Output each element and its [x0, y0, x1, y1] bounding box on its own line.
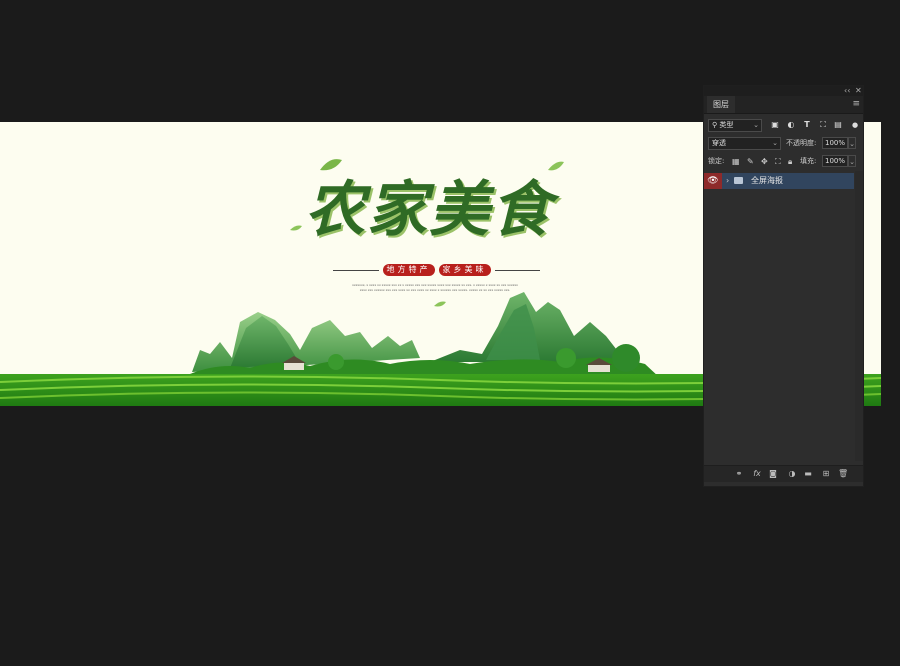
search-icon: ⚲: [712, 121, 718, 129]
layer-row[interactable]: 👁︎ › 全屏海报: [704, 173, 854, 189]
add-mask-icon[interactable]: ◙: [768, 468, 778, 480]
shape-filter-icon[interactable]: ⛶: [818, 120, 828, 130]
fill-input[interactable]: 100%: [822, 155, 848, 167]
poster-tag: 地方特产: [382, 264, 435, 276]
poster-tag-row: 地方特产 家乡美味: [333, 264, 540, 276]
double-chevron-icon[interactable]: ‹‹: [844, 86, 850, 96]
lock-artboard-icon[interactable]: ⛶: [775, 155, 781, 168]
adjustment-layer-icon[interactable]: ◑: [787, 468, 797, 480]
filter-kind-label: 类型: [719, 121, 734, 129]
opacity-label: 不透明度:: [786, 139, 817, 147]
blend-opacity-row: 穿透 ⌄ 不透明度: 100% ⌄: [704, 137, 863, 151]
tab-layers[interactable]: 图层: [707, 96, 735, 113]
chevron-down-icon: ⌄: [753, 121, 759, 129]
layer-filter-row: ⚲ 类型 ⌄ ▣ ◐ T ⛶ ▤ ●: [704, 119, 863, 133]
folder-icon: [734, 177, 743, 184]
lock-all-icon[interactable]: 🔒︎: [788, 155, 792, 168]
leaf-decoration: [290, 225, 302, 231]
lock-label: 锁定:: [708, 157, 725, 165]
opacity-input[interactable]: 100%: [822, 137, 848, 149]
layer-kind-filter[interactable]: ⚲ 类型 ⌄: [708, 119, 762, 132]
lock-position-icon[interactable]: ✥: [761, 155, 768, 168]
adjustment-filter-icon[interactable]: ◐: [786, 120, 796, 130]
panel-tab-bar: 图层 ≡: [704, 96, 863, 114]
eye-icon[interactable]: 👁︎: [704, 173, 722, 189]
hamburger-menu-icon[interactable]: ≡: [852, 100, 860, 109]
layer-list-scrollbar[interactable]: [855, 171, 863, 461]
blend-mode-value: 穿透: [712, 139, 726, 147]
chevron-down-icon[interactable]: ⌄: [848, 137, 856, 149]
blend-mode-select[interactable]: 穿透 ⌄: [708, 137, 781, 150]
divider-line: [333, 269, 379, 271]
poster-tag: 家乡美味: [438, 264, 491, 276]
fill-label: 填充:: [800, 157, 817, 165]
link-layers-icon[interactable]: ⚭: [734, 468, 744, 480]
fx-icon[interactable]: fx: [752, 468, 762, 480]
layers-panel: ‹‹ ✕ 图层 ≡ ⚲ 类型 ⌄ ▣ ◐ T ⛶ ▤ ● 穿透 ⌄ 不透明度: …: [703, 85, 864, 487]
divider-line: [494, 269, 540, 271]
new-layer-icon[interactable]: ⊞: [821, 468, 831, 480]
poster-body-copy: xxxxxxx, x xxxx xx xxxxx xxx xx x xxxxx …: [352, 283, 518, 292]
smart-object-filter-icon[interactable]: ▤: [833, 120, 843, 130]
panel-title-bar[interactable]: ‹‹ ✕: [704, 86, 863, 96]
lock-image-icon[interactable]: ✎: [747, 155, 754, 168]
poster-title: 农家美食: [305, 175, 553, 245]
close-icon[interactable]: ✕: [855, 86, 862, 96]
filter-toggle-icon[interactable]: ●: [850, 120, 860, 130]
panel-footer: ⚭ fx ◙ ◑ ▬ ⊞ 🗑︎: [704, 465, 863, 482]
type-filter-icon[interactable]: T: [802, 120, 812, 130]
leaf-decoration: [434, 301, 446, 307]
house: [588, 364, 610, 372]
lock-fill-row: 锁定: ▦ ✎ ✥ ⛶ 🔒︎ 填充: 100% ⌄: [704, 155, 863, 169]
tree: [556, 348, 576, 368]
layer-name[interactable]: 全屏海报: [751, 173, 783, 189]
pixel-filter-icon[interactable]: ▣: [770, 120, 780, 130]
house: [284, 362, 304, 370]
new-group-icon[interactable]: ▬: [803, 468, 813, 480]
tree: [612, 344, 640, 372]
delete-icon[interactable]: 🗑︎: [838, 468, 848, 480]
chevron-right-icon[interactable]: ›: [726, 173, 729, 189]
tree: [328, 354, 344, 370]
chevron-down-icon[interactable]: ⌄: [848, 155, 856, 167]
chevron-down-icon: ⌄: [772, 139, 778, 147]
lock-transparent-icon[interactable]: ▦: [732, 155, 740, 168]
leaf-decoration: [320, 159, 342, 171]
